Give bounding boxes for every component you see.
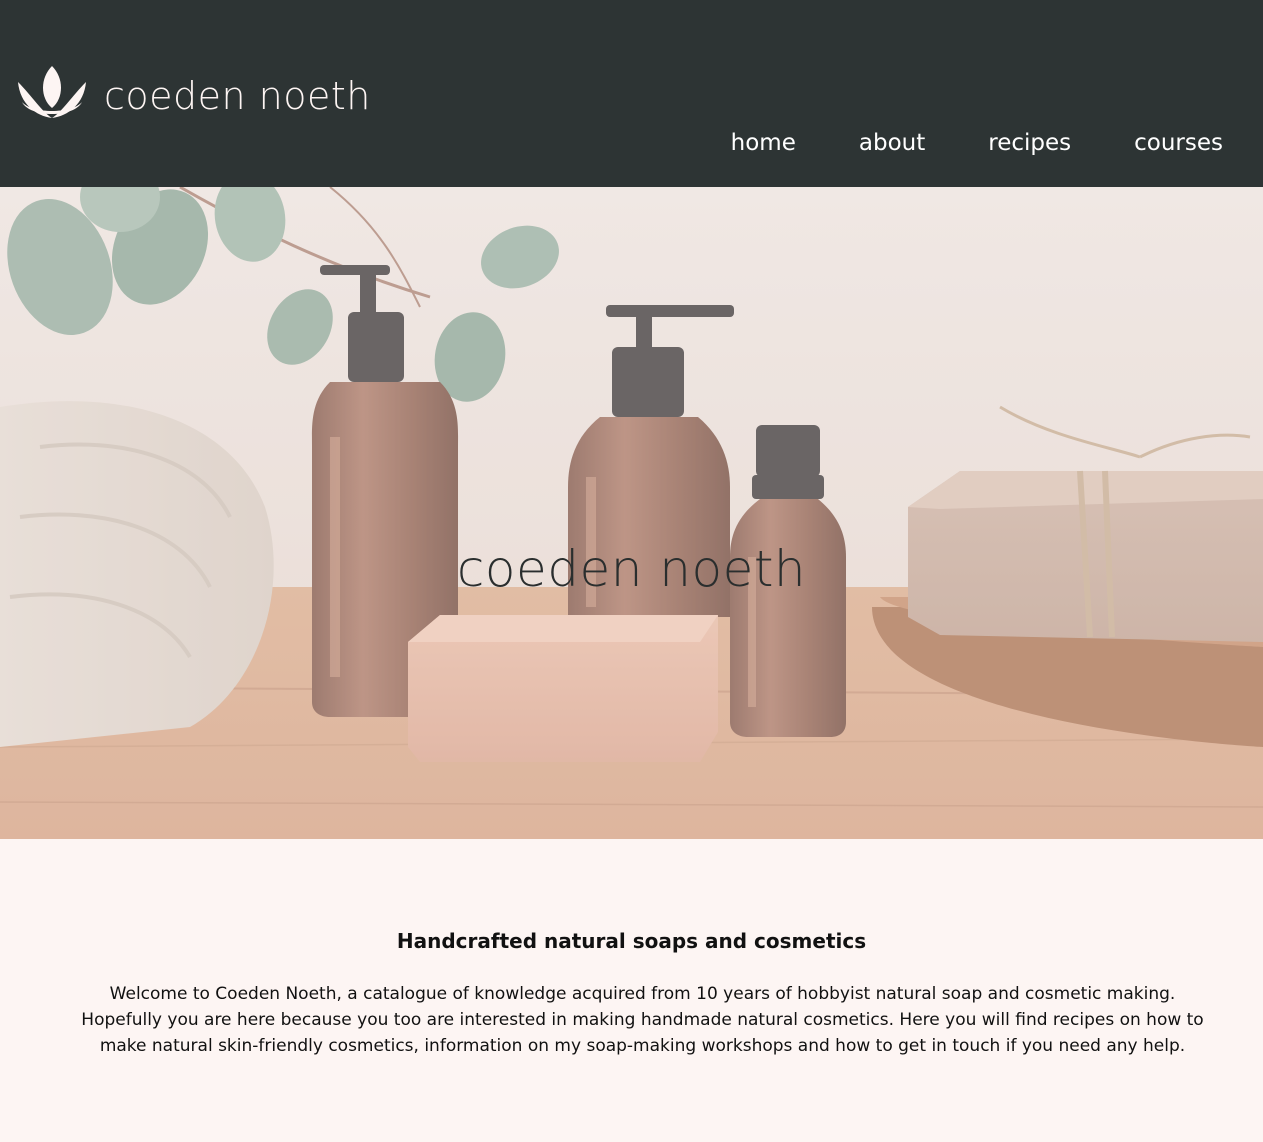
- site-header: coeden noeth home about recipes courses: [0, 0, 1263, 187]
- intro-body: Welcome to Coeden Noeth, a catalogue of …: [81, 984, 1204, 1056]
- nav-item-courses[interactable]: courses: [1134, 125, 1223, 161]
- hero-banner: coeden noeth: [0, 187, 1263, 839]
- nav-item-recipes[interactable]: recipes: [988, 125, 1071, 161]
- nav-item-home[interactable]: home: [731, 125, 796, 161]
- main-nav: home about recipes courses: [668, 125, 1223, 161]
- brand-name[interactable]: coeden noeth: [104, 68, 371, 124]
- lotus-icon: [18, 66, 86, 118]
- intro-heading: Handcrafted natural soaps and cosmetics: [396, 929, 867, 953]
- intro-section: Handcrafted natural soaps and cosmetics …: [0, 839, 1263, 1142]
- logo-link[interactable]: [16, 62, 88, 122]
- soap-and-bottles-photo: [0, 187, 1263, 839]
- nav-item-about[interactable]: about: [859, 125, 925, 161]
- hero-title: coeden noeth: [456, 540, 807, 598]
